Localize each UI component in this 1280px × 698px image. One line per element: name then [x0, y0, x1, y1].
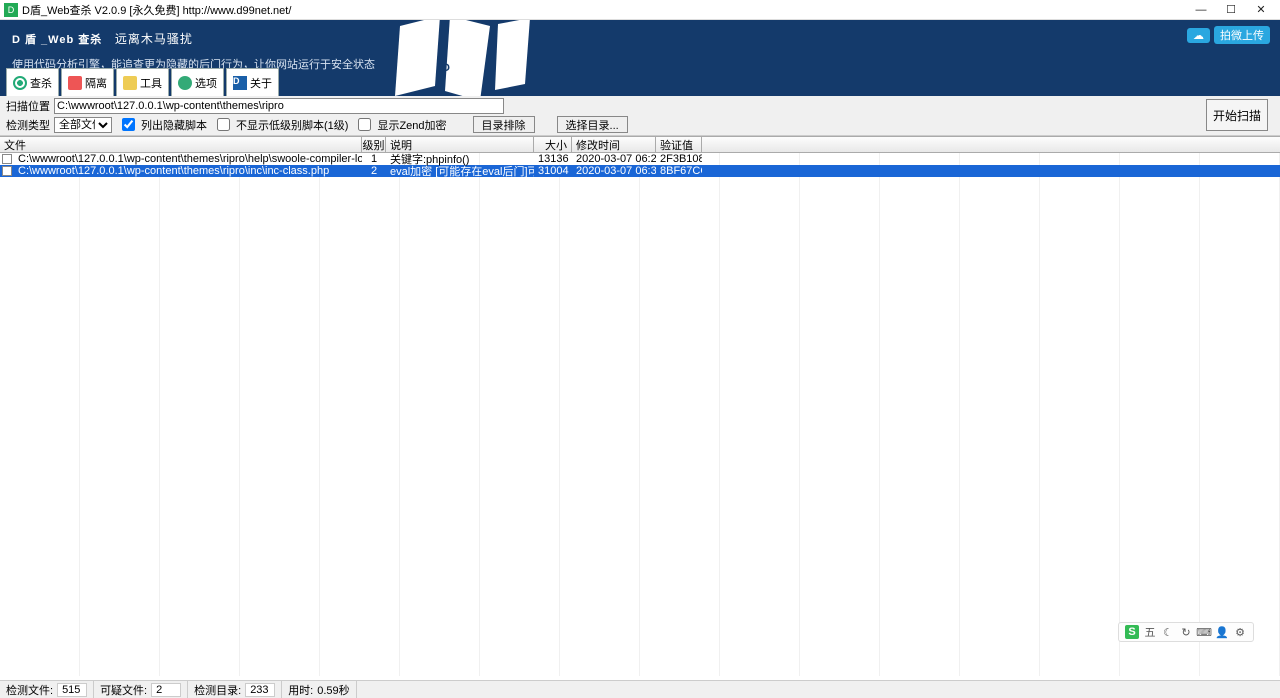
scan-icon — [13, 76, 27, 90]
tool-icon — [123, 76, 137, 90]
cell-level: 2 — [362, 165, 386, 177]
upload-label: 拍微上传 — [1220, 27, 1264, 43]
brand-subtitle: 远离木马骚扰 — [115, 32, 193, 46]
scan-type-select[interactable]: 全部文件 — [54, 117, 112, 133]
scan-controls: 扫描位置 检测类型 全部文件 列出隐藏脚本 不显示低级别脚本(1级) 显示Zen… — [0, 96, 1280, 136]
select-dir-button[interactable]: 选择目录... — [557, 116, 628, 133]
cell-size: 13136 — [534, 153, 572, 165]
cell-size: 31004 — [534, 165, 572, 177]
titlebar: D D盾_Web查杀 V2.0.9 [永久免费] http://www.d99n… — [0, 0, 1280, 20]
tray-settings-icon: ⚙ — [1233, 625, 1247, 639]
col-desc[interactable]: 说明 — [386, 137, 534, 152]
exclude-dir-button[interactable]: 目录排除 — [473, 116, 535, 133]
tab-tool-label: 工具 — [140, 75, 162, 91]
tab-isolate-label: 隔离 — [85, 75, 107, 91]
chk-lowlevel[interactable] — [217, 118, 230, 131]
ime-mode: 五 — [1143, 625, 1157, 639]
chk-zend-label: 显示Zend加密 — [377, 117, 446, 133]
svg-text:D: D — [442, 62, 450, 74]
cell-time: 2020-03-07 06:35:48 — [572, 165, 656, 177]
status-files-value: 515 — [57, 683, 87, 697]
logo: D — [380, 20, 560, 96]
maximize-button[interactable]: ☐ — [1216, 1, 1246, 19]
status-dirs-value: 233 — [245, 683, 275, 697]
cell-hash: 8BF67CC6 — [656, 165, 702, 177]
chk-zend[interactable] — [358, 118, 371, 131]
col-file[interactable]: 文件 — [0, 137, 362, 152]
col-level[interactable]: 级别 — [362, 137, 386, 152]
app-icon: D — [4, 3, 18, 17]
cell-hash: 2F3B1088 — [656, 153, 702, 165]
cell-level: 1 — [362, 153, 386, 165]
chk-hidden[interactable] — [122, 118, 135, 131]
tab-about[interactable]: D关于 — [226, 68, 279, 96]
cell-file: C:\wwwroot\127.0.0.1\wp-content\themes\r… — [14, 165, 362, 177]
tray-person-icon: 👤 — [1215, 625, 1229, 639]
tab-option-label: 选项 — [195, 75, 217, 91]
col-hash[interactable]: 验证值 — [656, 137, 702, 152]
col-time[interactable]: 修改时间 — [572, 137, 656, 152]
status-suspect-value: 2 — [151, 683, 181, 697]
table-header: 文件 级别 说明 大小 修改时间 验证值 — [0, 137, 1280, 153]
status-time-value: 0.59秒 — [317, 682, 349, 698]
ime-tray[interactable]: S 五 ☾ ↻ ⌨ 👤 ⚙ — [1118, 622, 1254, 642]
option-icon — [178, 76, 192, 90]
table-body[interactable]: C:\wwwroot\127.0.0.1\wp-content\themes\r… — [0, 153, 1280, 676]
header: D 盾 _Web 查杀 远离木马骚扰 使用代码分析引擎，能追查更为隐藏的后门行为… — [0, 20, 1280, 96]
chk-lowlevel-label: 不显示低级别脚本(1级) — [236, 117, 348, 133]
tab-isolate[interactable]: 隔离 — [61, 68, 114, 96]
cell-file: C:\wwwroot\127.0.0.1\wp-content\themes\r… — [14, 153, 362, 165]
cell-desc: eval加密 [可能存在eval后门]可疑.. — [386, 163, 534, 179]
minimize-button[interactable]: — — [1186, 1, 1216, 19]
tab-scan[interactable]: 查杀 — [6, 68, 59, 96]
col-size[interactable]: 大小 — [534, 137, 572, 152]
cell-time: 2020-03-07 06:20:20 — [572, 153, 656, 165]
brand-title: D 盾 _Web 查杀 — [12, 34, 102, 46]
brand: D 盾 _Web 查杀 远离木马骚扰 — [12, 26, 193, 49]
main-toolbar: 查杀 隔离 工具 选项 D关于 — [6, 68, 281, 96]
scan-location-label: 扫描位置 — [6, 98, 50, 114]
chk-hidden-label: 列出隐藏脚本 — [141, 117, 207, 133]
cloud-icon[interactable]: ☁ — [1187, 28, 1210, 43]
status-time-label: 用时: — [288, 682, 313, 698]
tab-tool[interactable]: 工具 — [116, 68, 169, 96]
about-icon: D — [233, 76, 247, 90]
status-suspect-label: 可疑文件: — [100, 682, 147, 698]
tray-refresh-icon: ↻ — [1179, 625, 1193, 639]
tab-scan-label: 查杀 — [30, 75, 52, 91]
upload-area: ☁ 拍微上传 — [1187, 26, 1270, 44]
window-title: D盾_Web查杀 V2.0.9 [永久免费] http://www.d99net… — [22, 2, 291, 18]
scan-location-input[interactable] — [54, 98, 504, 114]
upload-button[interactable]: 拍微上传 — [1214, 26, 1270, 44]
scan-type-label: 检测类型 — [6, 117, 50, 133]
start-scan-button[interactable]: 开始扫描 — [1206, 99, 1268, 131]
ime-icon: S — [1125, 625, 1139, 639]
table-row[interactable]: C:\wwwroot\127.0.0.1\wp-content\themes\r… — [0, 153, 1280, 165]
status-dirs-label: 检测目录: — [194, 682, 241, 698]
table-row[interactable]: C:\wwwroot\127.0.0.1\wp-content\themes\r… — [0, 165, 1280, 177]
tab-option[interactable]: 选项 — [171, 68, 224, 96]
status-files-label: 检测文件: — [6, 682, 53, 698]
file-icon — [2, 154, 12, 164]
results-table: 文件 级别 说明 大小 修改时间 验证值 C:\wwwroot\127.0.0.… — [0, 136, 1280, 676]
statusbar: 检测文件: 515 可疑文件: 2 检测目录: 233 用时:0.59秒 — [0, 680, 1280, 698]
close-button[interactable]: ✕ — [1246, 1, 1276, 19]
file-icon — [2, 166, 12, 176]
isolate-icon — [68, 76, 82, 90]
tab-about-label: 关于 — [250, 75, 272, 91]
tray-keyboard-icon: ⌨ — [1197, 625, 1211, 639]
tray-moon-icon: ☾ — [1161, 625, 1175, 639]
